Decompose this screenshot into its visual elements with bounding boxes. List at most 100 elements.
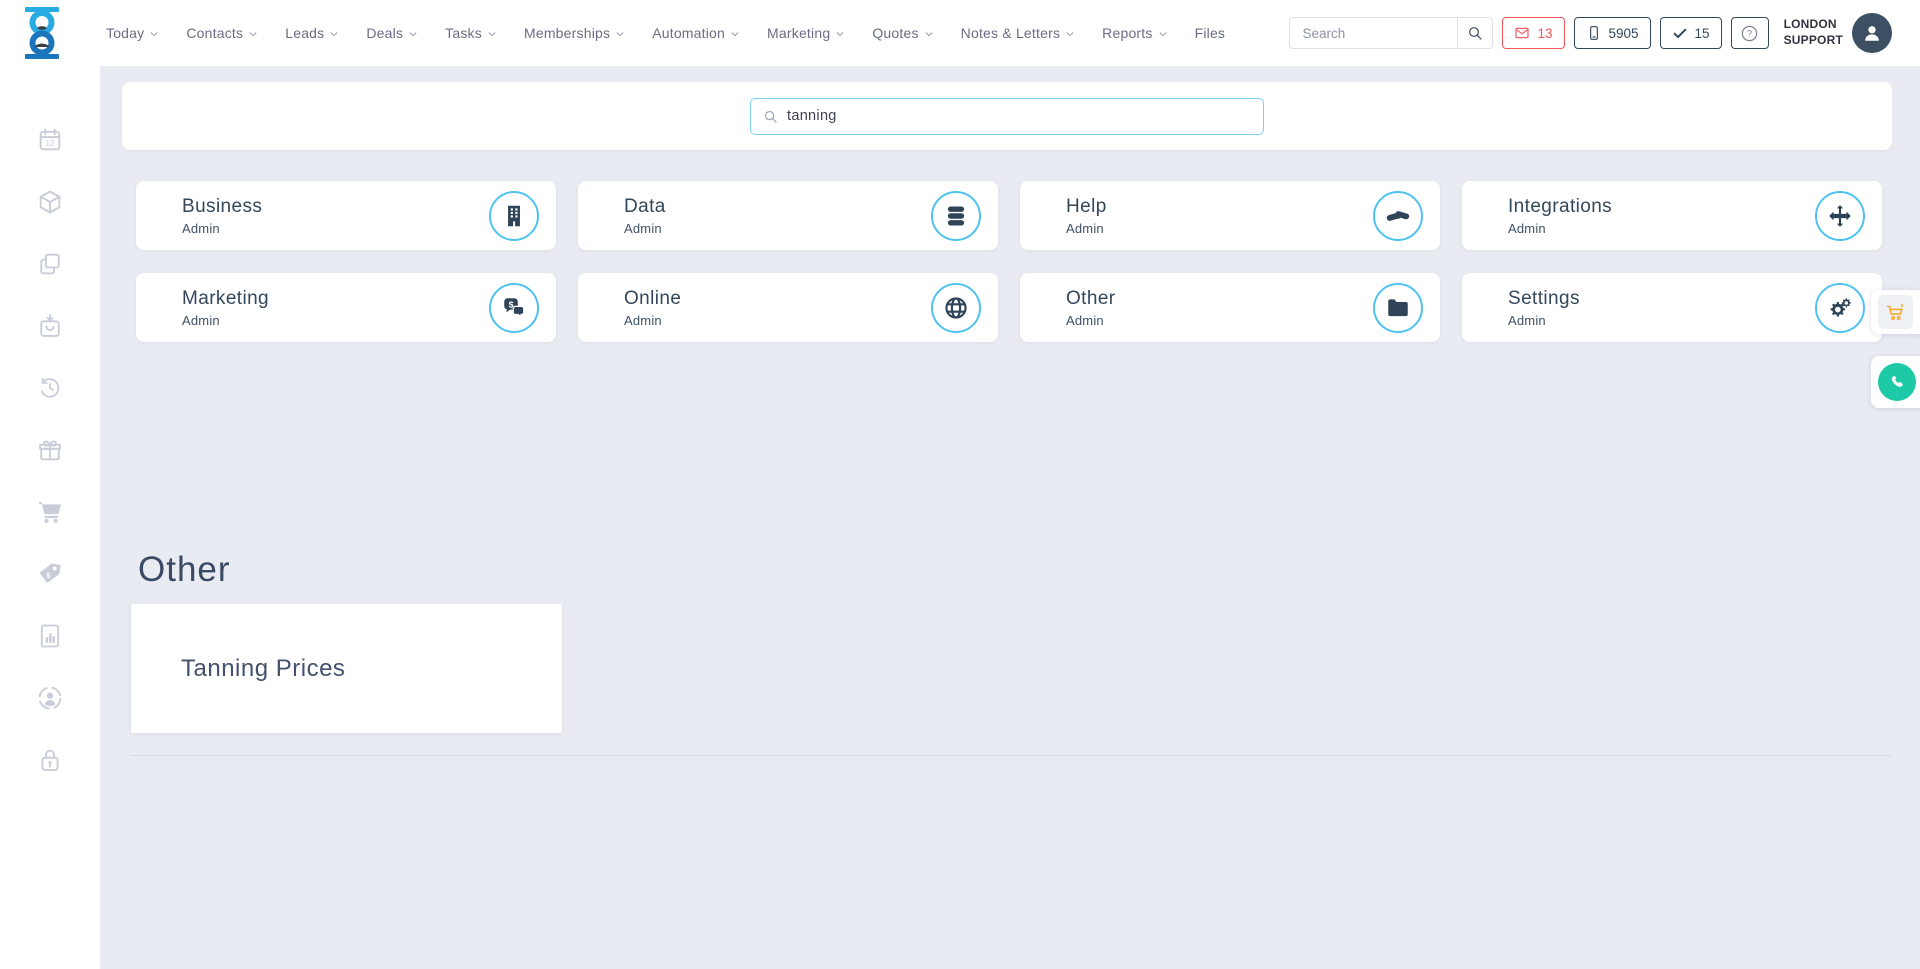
card-title: Settings	[1508, 288, 1802, 310]
question-circle-icon	[1740, 24, 1759, 43]
global-search-group	[1289, 17, 1493, 49]
database-icon	[943, 203, 969, 229]
card-icon-circle	[489, 283, 539, 333]
category-card-online[interactable]: Online Admin	[578, 273, 998, 342]
move-arrows-icon	[1827, 203, 1853, 229]
admin-search-input[interactable]	[787, 108, 1251, 124]
card-title: Online	[624, 288, 918, 310]
card-icon-circle	[1373, 191, 1423, 241]
admin-search-panel	[122, 82, 1892, 150]
sidebar-item-history[interactable]	[36, 374, 64, 402]
nav-item-deals[interactable]: Deals	[366, 25, 418, 41]
category-card-marketing[interactable]: Marketing Admin	[136, 273, 556, 342]
card-subtitle: Admin	[624, 313, 918, 328]
admin-category-grid: Business Admin Data Admin Help Admin Int…	[136, 181, 1882, 342]
card-title: Marketing	[182, 288, 476, 310]
history-icon	[36, 374, 64, 402]
chevron-down-icon	[487, 29, 497, 39]
floating-cart-widget[interactable]	[1871, 290, 1920, 334]
card-subtitle: Admin	[1508, 313, 1802, 328]
nav-item-marketing[interactable]: Marketing	[767, 25, 845, 41]
package-icon	[36, 188, 64, 216]
chevron-down-icon	[1065, 29, 1075, 39]
card-title: Data	[624, 196, 918, 218]
mail-count: 13	[1537, 26, 1552, 41]
user-name-line2: SUPPORT	[1784, 33, 1843, 49]
card-subtitle: Admin	[624, 221, 918, 236]
main-content: Business Admin Data Admin Help Admin Int…	[100, 66, 1920, 969]
sidebar-item-security[interactable]	[36, 746, 64, 774]
mail-notifications-button[interactable]: 13	[1502, 17, 1564, 49]
tasks-done-button[interactable]: 15	[1660, 17, 1722, 49]
search-icon	[763, 109, 778, 124]
sidebar-item-account[interactable]	[36, 684, 64, 712]
sidebar-item-shop[interactable]	[36, 498, 64, 526]
help-button[interactable]	[1731, 17, 1769, 49]
mobile-phone-icon	[1586, 25, 1602, 41]
nav-item-memberships[interactable]: Memberships	[524, 25, 625, 41]
copy-icon	[36, 250, 64, 278]
user-name[interactable]: LONDON SUPPORT	[1784, 17, 1843, 48]
sidebar-item-calendar[interactable]	[36, 126, 64, 154]
nav-item-leads[interactable]: Leads	[285, 25, 339, 41]
category-card-data[interactable]: Data Admin	[578, 181, 998, 250]
cart-icon	[36, 498, 64, 526]
nav-item-files[interactable]: Files	[1195, 25, 1226, 41]
nav-item-quotes[interactable]: Quotes	[872, 25, 933, 41]
result-link-tanning-prices[interactable]: Tanning Prices	[181, 655, 345, 683]
nav-item-notes-letters[interactable]: Notes & Letters	[961, 25, 1076, 41]
checkmark-icon	[1672, 25, 1688, 41]
global-search-button[interactable]	[1457, 17, 1493, 49]
sidebar-item-duplicates[interactable]	[36, 250, 64, 278]
nav-label: Today	[106, 25, 144, 41]
category-card-help[interactable]: Help Admin	[1020, 181, 1440, 250]
account-icon	[36, 684, 64, 712]
results-section-heading: Other	[138, 550, 231, 590]
nav-label: Quotes	[872, 25, 918, 41]
card-icon-circle	[1815, 283, 1865, 333]
top-navbar: Today Contacts Leads Deals Tasks Members…	[0, 0, 1920, 66]
chevron-down-icon	[248, 29, 258, 39]
phone-bubble	[1878, 363, 1916, 401]
nav-label: Automation	[652, 25, 725, 41]
nav-item-automation[interactable]: Automation	[652, 25, 740, 41]
globe-icon	[943, 295, 969, 321]
search-result-card[interactable]: Tanning Prices	[131, 604, 562, 733]
chevron-down-icon	[149, 29, 159, 39]
category-card-business[interactable]: Business Admin	[136, 181, 556, 250]
nav-label: Reports	[1102, 25, 1152, 41]
phone-count: 5905	[1609, 26, 1639, 41]
sidebar-item-reports[interactable]	[36, 622, 64, 650]
phone-extension-button[interactable]: 5905	[1574, 17, 1651, 49]
sidebar-item-pricing[interactable]	[36, 560, 64, 588]
cart-chip	[1878, 295, 1913, 329]
app-logo[interactable]	[18, 6, 66, 60]
nav-label: Tasks	[445, 25, 482, 41]
topbar-right-cluster: 13 5905 15 LONDON SUPPORT	[1289, 13, 1892, 53]
category-card-other[interactable]: Other Admin	[1020, 273, 1440, 342]
calendar-icon	[36, 126, 64, 154]
chevron-down-icon	[329, 29, 339, 39]
floating-phone-widget[interactable]	[1871, 356, 1920, 408]
nav-label: Memberships	[524, 25, 610, 41]
card-title: Integrations	[1508, 196, 1802, 218]
phone-icon	[1888, 373, 1907, 392]
nav-label: Contacts	[186, 25, 243, 41]
user-name-line1: LONDON	[1784, 17, 1843, 33]
admin-search-box	[750, 98, 1264, 135]
card-subtitle: Admin	[1508, 221, 1802, 236]
chevron-down-icon	[924, 29, 934, 39]
nav-item-contacts[interactable]: Contacts	[186, 25, 258, 41]
sidebar-item-rewards[interactable]	[36, 436, 64, 464]
avatar[interactable]	[1852, 13, 1892, 53]
category-card-settings[interactable]: Settings Admin	[1462, 273, 1882, 342]
nav-item-tasks[interactable]: Tasks	[445, 25, 497, 41]
global-search-input[interactable]	[1289, 17, 1457, 49]
sidebar-item-collect[interactable]	[36, 312, 64, 340]
card-icon-circle	[931, 191, 981, 241]
nav-item-today[interactable]: Today	[106, 25, 159, 41]
price-tag-icon	[36, 560, 64, 588]
category-card-integrations[interactable]: Integrations Admin	[1462, 181, 1882, 250]
nav-item-reports[interactable]: Reports	[1102, 25, 1167, 41]
sidebar-item-products[interactable]	[36, 188, 64, 216]
